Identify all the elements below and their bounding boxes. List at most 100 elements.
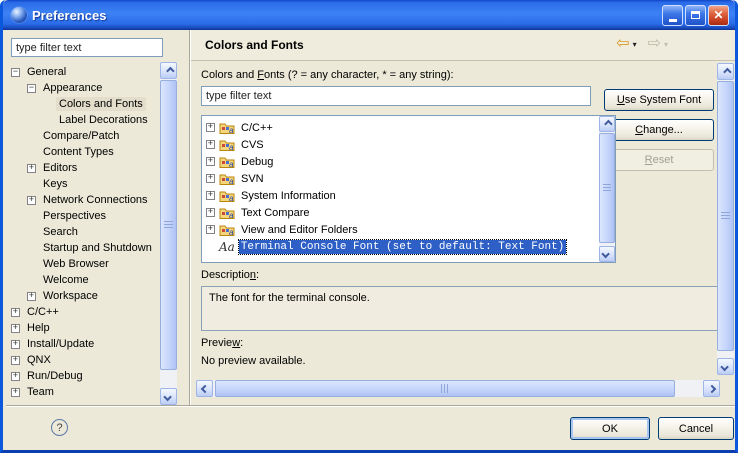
- help-button[interactable]: ?: [51, 419, 68, 436]
- sidebar-item-startup-and-shutdown[interactable]: Startup and Shutdown: [9, 240, 157, 256]
- close-button[interactable]: ✕: [708, 5, 729, 26]
- scrollbar-thumb[interactable]: [215, 380, 675, 397]
- fonts-filter-input[interactable]: [201, 86, 591, 106]
- sidebar-item-workspace[interactable]: +Workspace: [9, 288, 157, 304]
- sidebar-item-network-connections[interactable]: +Network Connections: [9, 192, 157, 208]
- font-folder-icon: a: [219, 156, 235, 168]
- back-arrow-icon[interactable]: ⇦: [616, 36, 629, 52]
- close-icon: ✕: [713, 9, 723, 21]
- scrollbar-thumb[interactable]: [160, 80, 177, 370]
- expand-icon[interactable]: +: [27, 292, 36, 301]
- description-text: The font for the terminal console.: [209, 292, 370, 304]
- forward-dropdown-icon: ▾: [664, 40, 668, 49]
- scroll-down-icon[interactable]: [717, 358, 734, 375]
- scroll-up-icon[interactable]: [717, 63, 734, 80]
- font-item-cvs[interactable]: +aCVS: [202, 136, 615, 153]
- app-icon: [11, 7, 27, 23]
- collapse-icon[interactable]: −: [27, 84, 36, 93]
- ok-button[interactable]: OK: [570, 417, 650, 440]
- expand-icon[interactable]: +: [206, 157, 215, 166]
- sidebar-item-c-c[interactable]: +C/C++: [9, 304, 157, 320]
- panel-vertical-scrollbar[interactable]: [717, 63, 734, 375]
- scrollbar-thumb[interactable]: [717, 81, 734, 351]
- expand-icon[interactable]: +: [206, 191, 215, 200]
- page-title: Colors and Fonts: [205, 38, 304, 52]
- font-folder-icon: a: [219, 122, 235, 134]
- description-label: Description:: [201, 269, 259, 281]
- sidebar-item-editors[interactable]: +Editors: [9, 160, 157, 176]
- scroll-right-icon[interactable]: [703, 380, 720, 397]
- sidebar-item-general[interactable]: −General: [9, 64, 157, 80]
- back-dropdown-icon[interactable]: ▾: [633, 40, 637, 49]
- tree-scrollbar[interactable]: [160, 62, 177, 405]
- sidebar-item-help[interactable]: +Help: [9, 320, 157, 336]
- svg-text:a: a: [229, 177, 234, 185]
- scrollbar-thumb[interactable]: [599, 133, 615, 243]
- font-item-svn[interactable]: +aSVN: [202, 170, 615, 187]
- expand-icon[interactable]: +: [206, 140, 215, 149]
- sidebar-item-team[interactable]: +Team: [9, 384, 157, 400]
- sidebar-item-perspectives[interactable]: Perspectives: [9, 208, 157, 224]
- expand-icon[interactable]: +: [11, 372, 20, 381]
- sidebar-item-appearance[interactable]: −Appearance: [9, 80, 157, 96]
- reset-button: Reset: [604, 149, 714, 171]
- expand-icon[interactable]: +: [11, 356, 20, 365]
- sidebar-item-content-types[interactable]: Content Types: [9, 144, 157, 160]
- expand-icon[interactable]: +: [11, 388, 20, 397]
- font-folder-icon: a: [219, 224, 235, 236]
- expand-icon[interactable]: +: [11, 308, 20, 317]
- sidebar-item-keys[interactable]: Keys: [9, 176, 157, 192]
- sidebar-item-qnx[interactable]: +QNX: [9, 352, 157, 368]
- panel-horizontal-scrollbar[interactable]: [196, 380, 720, 397]
- sidebar-item-web-browser[interactable]: Web Browser: [9, 256, 157, 272]
- scroll-up-icon[interactable]: [599, 116, 615, 132]
- expand-icon[interactable]: +: [11, 324, 20, 333]
- font-item-terminal-console-font-set-to-default-text-font[interactable]: AaTerminal Console Font (set to default:…: [202, 238, 615, 255]
- maximize-icon: [691, 11, 700, 19]
- sidebar-item-run-debug[interactable]: +Run/Debug: [9, 368, 157, 384]
- preview-status-text: No preview available.: [201, 355, 306, 367]
- fonts-list-scrollbar[interactable]: [599, 116, 615, 262]
- sidebar-item-compare-patch[interactable]: Compare/Patch: [9, 128, 157, 144]
- fonts-list: +aC/C+++aCVS+aDebug+aSVN+aSystem Informa…: [201, 115, 616, 263]
- sidebar-item-colors-and-fonts[interactable]: Colors and Fonts: [9, 96, 157, 112]
- expand-icon[interactable]: +: [27, 164, 36, 173]
- svg-text:a: a: [229, 211, 234, 219]
- expand-icon[interactable]: +: [11, 340, 20, 349]
- expand-icon[interactable]: +: [206, 225, 215, 234]
- font-item-c-c[interactable]: +aC/C++: [202, 119, 615, 136]
- font-folder-icon: a: [219, 139, 235, 151]
- font-item-text-compare[interactable]: +aText Compare: [202, 204, 615, 221]
- scroll-down-icon[interactable]: [160, 388, 177, 405]
- expand-icon[interactable]: +: [27, 196, 36, 205]
- font-folder-icon: a: [219, 190, 235, 202]
- font-item-debug[interactable]: +aDebug: [202, 153, 615, 170]
- scroll-left-icon[interactable]: [196, 380, 213, 397]
- tree-filter-input[interactable]: [11, 38, 163, 57]
- preferences-dialog: Preferences ✕ −General−AppearanceColors …: [0, 0, 738, 453]
- maximize-button[interactable]: [685, 5, 706, 26]
- cancel-button[interactable]: Cancel: [658, 417, 734, 440]
- svg-text:a: a: [229, 194, 234, 202]
- sidebar-item-welcome[interactable]: Welcome: [9, 272, 157, 288]
- sidebar-item-search[interactable]: Search: [9, 224, 157, 240]
- expand-icon[interactable]: +: [206, 208, 215, 217]
- fonts-filter-label: Colors and Fonts (? = any character, * =…: [201, 69, 454, 81]
- expand-icon[interactable]: +: [206, 123, 215, 132]
- font-folder-icon: a: [219, 173, 235, 185]
- titlebar[interactable]: Preferences ✕: [3, 0, 735, 30]
- fonts-list-items: +aC/C+++aCVS+aDebug+aSVN+aSystem Informa…: [202, 116, 615, 255]
- scroll-up-icon[interactable]: [160, 62, 177, 79]
- scroll-down-icon[interactable]: [599, 246, 615, 262]
- svg-text:a: a: [229, 126, 234, 134]
- font-item-view-and-editor-folders[interactable]: +aView and Editor Folders: [202, 221, 615, 238]
- minimize-button[interactable]: [662, 5, 683, 26]
- font-item-system-information[interactable]: +aSystem Information: [202, 187, 615, 204]
- use-system-font-button[interactable]: Use System Font: [604, 89, 714, 111]
- expand-icon[interactable]: +: [206, 174, 215, 183]
- change-button[interactable]: Change...: [604, 119, 714, 141]
- sidebar-item-install-update[interactable]: +Install/Update: [9, 336, 157, 352]
- forward-arrow-icon: ⇨: [648, 36, 661, 52]
- collapse-icon[interactable]: −: [11, 68, 20, 77]
- sidebar-item-label-decorations[interactable]: Label Decorations: [9, 112, 157, 128]
